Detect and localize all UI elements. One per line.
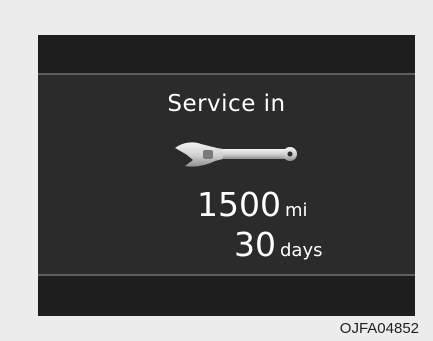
- time-readout: 30 days: [234, 225, 323, 264]
- time-unit: days: [280, 240, 323, 261]
- top-band: [38, 35, 415, 73]
- distance-value: 1500: [197, 185, 281, 224]
- time-value: 30: [234, 225, 276, 264]
- service-title: Service in: [167, 91, 286, 117]
- top-divider: [38, 73, 415, 75]
- figure-code: OJFA04852: [339, 320, 419, 337]
- distance-unit: mi: [284, 200, 308, 221]
- distance-readout: 1500 mi: [197, 185, 308, 224]
- cluster-display: Service in 1500 mi 30 days: [38, 35, 415, 316]
- wrench-icon: [173, 142, 297, 167]
- bottom-band: [38, 276, 415, 316]
